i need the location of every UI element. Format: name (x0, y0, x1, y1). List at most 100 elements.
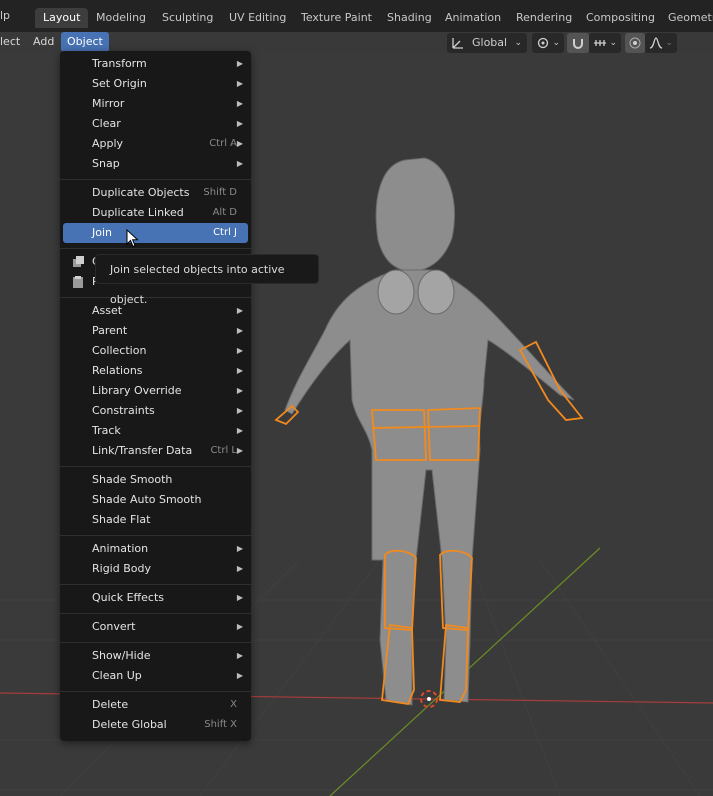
submenu-arrow-icon: ▶ (236, 306, 243, 315)
menu-item-label: Delete (92, 698, 129, 711)
menu-separator (60, 535, 251, 536)
proportional-edit-icon (629, 37, 641, 49)
menu-item-set-origin[interactable]: Set Origin ▶ (63, 74, 248, 94)
menu-item-clear[interactable]: Clear ▶ (63, 114, 248, 134)
menu-item-asset[interactable]: Asset ▶ (63, 301, 248, 321)
workspace-bar: lp Layout Modeling Sculpting UV Editing … (0, 0, 713, 32)
shortcut-label: X (230, 699, 237, 710)
shortcut-label: Ctrl L (210, 445, 237, 456)
paste-icon (73, 276, 83, 288)
tab-geometry-nodes[interactable]: Geometr (660, 8, 713, 28)
menu-item-label: Delete Global (92, 718, 167, 731)
menu-item-shade-flat[interactable]: Shade Flat (63, 510, 248, 530)
menu-item-label: Parent (92, 324, 128, 337)
menu-item-label: Shade Flat (92, 513, 151, 526)
tab-compositing[interactable]: Compositing (578, 8, 663, 28)
menu-item-delete-global[interactable]: Delete Global Shift X (63, 715, 248, 735)
menu-item-convert[interactable]: Convert ▶ (63, 617, 248, 637)
magnet-icon (573, 39, 583, 49)
menu-item-shade-auto-smooth[interactable]: Shade Auto Smooth (63, 490, 248, 510)
menu-item-label: Duplicate Linked (92, 206, 184, 219)
chevron-down-icon: ⌄ (609, 38, 617, 48)
tab-sculpting[interactable]: Sculpting (154, 8, 221, 28)
submenu-arrow-icon: ▶ (236, 139, 243, 148)
menu-item-transform[interactable]: Transform ▶ (63, 54, 248, 74)
menu-item-link-transfer-data[interactable]: Link/Transfer Data Ctrl L ▶ (63, 441, 248, 461)
menu-item-collection[interactable]: Collection ▶ (63, 341, 248, 361)
menu-item-quick-effects[interactable]: Quick Effects ▶ (63, 588, 248, 608)
menu-item-duplicate-linked[interactable]: Duplicate Linked Alt D (63, 203, 248, 223)
menu-item-library-override[interactable]: Library Override ▶ (63, 381, 248, 401)
submenu-arrow-icon: ▶ (236, 159, 243, 168)
tab-texture-paint[interactable]: Texture Paint (293, 8, 380, 28)
menu-item-show-hide[interactable]: Show/Hide ▶ (63, 646, 248, 666)
submenu-arrow-icon: ▶ (236, 544, 243, 553)
menu-separator (60, 691, 251, 692)
menu-item-rigid-body[interactable]: Rigid Body ▶ (63, 559, 248, 579)
menu-separator (60, 179, 251, 180)
menu-item-snap[interactable]: Snap ▶ (63, 154, 248, 174)
copy-icon (73, 256, 84, 267)
menu-item-label: Transform (92, 57, 147, 70)
menu-separator (60, 613, 251, 614)
menu-item-label: Collection (92, 344, 147, 357)
transform-orientation-value: Global (472, 36, 508, 49)
viewport-header: lect Add Object Global ⌄ ⌄ ⌄ ⌄ (0, 32, 713, 53)
object-menu[interactable]: Object (61, 32, 109, 52)
tab-shading[interactable]: Shading (379, 8, 440, 28)
menu-item-label: Show/Hide (92, 649, 151, 662)
snap-target-dropdown[interactable]: ⌄ (589, 33, 621, 53)
chevron-down-icon: ⌄ (552, 38, 560, 48)
menu-item-delete[interactable]: Delete X (63, 695, 248, 715)
menu-item-label: Clear (92, 117, 121, 130)
tab-rendering[interactable]: Rendering (508, 8, 580, 28)
menu-item-label: Duplicate Objects (92, 186, 190, 199)
falloff-curve-icon (649, 37, 663, 49)
menu-item-track[interactable]: Track ▶ (63, 421, 248, 441)
shortcut-label: Ctrl A (209, 138, 237, 149)
menu-item-label: Quick Effects (92, 591, 164, 604)
menu-item-label: Rigid Body (92, 562, 151, 575)
menu-item-parent[interactable]: Parent ▶ (63, 321, 248, 341)
falloff-dropdown[interactable]: ⌄ (645, 33, 677, 53)
help-menu[interactable]: lp (0, 9, 10, 22)
menu-item-label: Convert (92, 620, 136, 633)
shortcut-label: Shift X (204, 719, 237, 730)
tab-layout[interactable]: Layout (35, 8, 89, 28)
menu-item-animation[interactable]: Animation ▶ (63, 539, 248, 559)
menu-item-label: Shade Smooth (92, 473, 173, 486)
proportional-editing-toggle[interactable] (625, 33, 645, 53)
pivot-point-dropdown[interactable]: ⌄ (532, 33, 564, 53)
menu-item-duplicate-objects[interactable]: Duplicate Objects Shift D (63, 183, 248, 203)
menu-item-label: Set Origin (92, 77, 147, 90)
menu-item-label: Snap (92, 157, 120, 170)
submenu-arrow-icon: ▶ (236, 406, 243, 415)
snap-increment-icon (594, 40, 606, 46)
menu-item-apply[interactable]: Apply Ctrl A ▶ (63, 134, 248, 154)
menu-item-shade-smooth[interactable]: Shade Smooth (63, 470, 248, 490)
add-menu[interactable]: Add (27, 32, 60, 52)
submenu-arrow-icon: ▶ (236, 79, 243, 88)
chevron-down-icon: ⌄ (514, 38, 522, 48)
select-menu[interactable]: lect (0, 32, 26, 52)
menu-item-label: Clean Up (92, 669, 142, 682)
orientation-axes-icon (452, 38, 463, 49)
menu-item-constraints[interactable]: Constraints ▶ (63, 401, 248, 421)
tab-uv-editing[interactable]: UV Editing (221, 8, 294, 28)
submenu-arrow-icon: ▶ (236, 426, 243, 435)
menu-item-label: Join (92, 226, 113, 239)
tab-animation[interactable]: Animation (437, 8, 509, 28)
join-tooltip: Join selected objects into active object… (95, 254, 319, 306)
menu-item-clean-up[interactable]: Clean Up ▶ (63, 666, 248, 686)
menu-item-relations[interactable]: Relations ▶ (63, 361, 248, 381)
menu-item-label: Apply (92, 137, 124, 150)
submenu-arrow-icon: ▶ (236, 346, 243, 355)
tab-modeling[interactable]: Modeling (88, 8, 154, 28)
menu-item-label: Animation (92, 542, 149, 555)
menu-item-mirror[interactable]: Mirror ▶ (63, 94, 248, 114)
menu-item-join[interactable]: Join Ctrl J (63, 223, 248, 243)
menu-item-label: Library Override (92, 384, 182, 397)
transform-orientation-dropdown[interactable]: Global ⌄ (447, 33, 527, 53)
snap-toggle[interactable] (567, 33, 589, 53)
submenu-arrow-icon: ▶ (236, 59, 243, 68)
